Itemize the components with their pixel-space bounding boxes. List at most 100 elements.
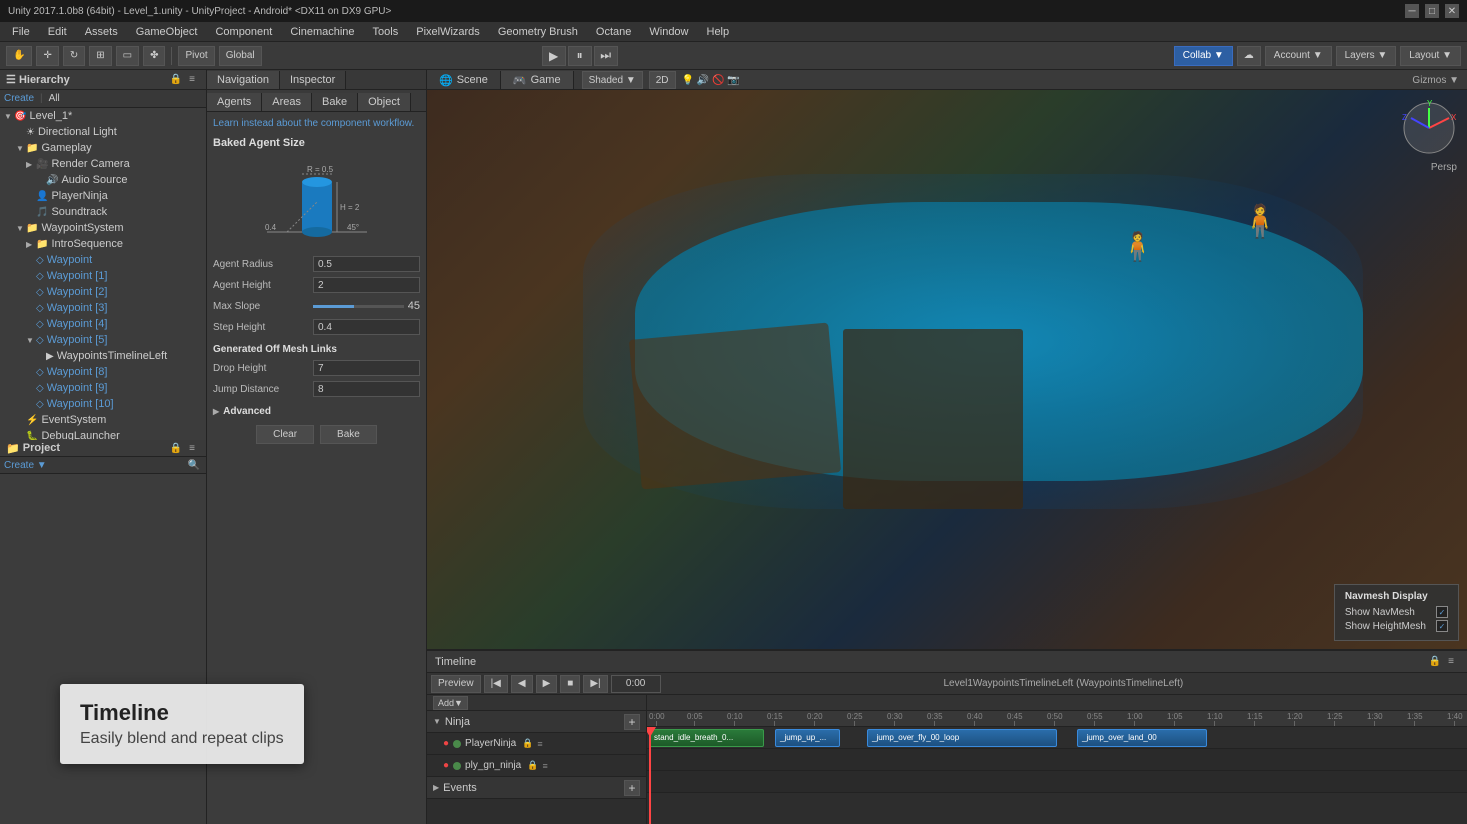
h-audio-source[interactable]: 🔊Audio Source bbox=[0, 172, 206, 188]
max-slope-slider[interactable] bbox=[313, 305, 404, 308]
menu-file[interactable]: File bbox=[4, 24, 38, 40]
tab-game[interactable]: 🎮 Game bbox=[501, 71, 574, 89]
h-waypoint-4[interactable]: ◇Waypoint [4] bbox=[0, 316, 206, 332]
h-waypoint-0[interactable]: ◇Waypoint bbox=[0, 252, 206, 268]
ninja-add-btn[interactable]: + bbox=[624, 714, 640, 730]
tab-navigation[interactable]: Navigation bbox=[207, 71, 280, 89]
layers-button[interactable]: Layers ▼ bbox=[1336, 46, 1397, 66]
h-soundtrack[interactable]: 🎵Soundtrack bbox=[0, 204, 206, 220]
h-gameplay[interactable]: ▼📁Gameplay bbox=[0, 140, 206, 156]
timeline-lock-icon[interactable]: 🔒 bbox=[1427, 654, 1443, 670]
cloud-button[interactable]: ☁ bbox=[1237, 46, 1261, 66]
h-playerninja[interactable]: 👤PlayerNinja bbox=[0, 188, 206, 204]
menu-geometry[interactable]: Geometry Brush bbox=[490, 24, 586, 40]
tl-time-input[interactable] bbox=[611, 675, 661, 693]
tl-next[interactable]: ▶| bbox=[583, 675, 607, 693]
heightmesh-checkbox[interactable] bbox=[1436, 620, 1448, 632]
agent-radius-input[interactable] bbox=[313, 256, 420, 272]
clip-jump-fly-loop[interactable]: _jump_over_fly_00_loop bbox=[867, 729, 1057, 747]
tab-object[interactable]: Object bbox=[358, 93, 411, 111]
clip-stand-idle[interactable]: stand_idle_breath_0... bbox=[649, 729, 764, 747]
project-lock-icon[interactable]: 🔒 bbox=[168, 440, 184, 456]
project-menu-icon[interactable]: ≡ bbox=[184, 440, 200, 456]
menu-assets[interactable]: Assets bbox=[77, 24, 126, 40]
menu-pixelwizards[interactable]: PixelWizards bbox=[408, 24, 488, 40]
project-search-icon[interactable]: 🔍 bbox=[186, 457, 202, 473]
h-intro-seq[interactable]: ▶📁IntroSequence bbox=[0, 236, 206, 252]
h-waypoint-8[interactable]: ◇Waypoint [8] bbox=[0, 364, 206, 380]
menu-octane[interactable]: Octane bbox=[588, 24, 639, 40]
menu-gameobject[interactable]: GameObject bbox=[128, 24, 206, 40]
close-button[interactable]: ✕ bbox=[1445, 4, 1459, 18]
events-add-btn[interactable]: + bbox=[624, 780, 640, 796]
global-button[interactable]: Global bbox=[219, 46, 262, 66]
tab-scene[interactable]: 🌐 Scene bbox=[427, 71, 501, 89]
menu-edit[interactable]: Edit bbox=[40, 24, 75, 40]
tab-inspector[interactable]: Inspector bbox=[280, 71, 346, 89]
h-waypoint-system[interactable]: ▼📁WaypointSystem bbox=[0, 220, 206, 236]
collab-button[interactable]: Collab ▼ bbox=[1174, 46, 1233, 66]
rect-tool[interactable]: ▭ bbox=[116, 46, 139, 66]
clear-button[interactable]: Clear bbox=[256, 425, 314, 444]
clip-jump-up[interactable]: _jump_up_... bbox=[775, 729, 840, 747]
navmesh-title: Navmesh Display bbox=[1345, 591, 1448, 602]
h-eventsystem[interactable]: ⚡EventSystem bbox=[0, 412, 206, 428]
h-directional-light[interactable]: ☀Directional Light bbox=[0, 124, 206, 140]
learn-link[interactable]: Learn instead about the component workfl… bbox=[213, 118, 420, 129]
hierarchy-menu-icon[interactable]: ≡ bbox=[184, 72, 200, 88]
scale-tool[interactable]: ⊞ bbox=[89, 46, 111, 66]
clip-jump-land[interactable]: _jump_over_land_00 bbox=[1077, 729, 1207, 747]
h-waypoint-2[interactable]: ◇Waypoint [2] bbox=[0, 284, 206, 300]
all-label[interactable]: All bbox=[49, 93, 60, 104]
account-button[interactable]: Account ▼ bbox=[1265, 46, 1332, 66]
shaded-button[interactable]: Shaded ▼ bbox=[582, 71, 643, 89]
layout-button[interactable]: Layout ▼ bbox=[1400, 46, 1461, 66]
2d-button[interactable]: 2D bbox=[649, 71, 676, 89]
tl-play[interactable]: ▶ bbox=[536, 675, 558, 693]
tab-agents[interactable]: Agents bbox=[207, 93, 262, 111]
h-waypoint-3[interactable]: ◇Waypoint [3] bbox=[0, 300, 206, 316]
move-tool[interactable]: ✛ bbox=[36, 46, 58, 66]
hand-tool[interactable]: ✋ bbox=[6, 46, 32, 66]
tab-bake[interactable]: Bake bbox=[312, 93, 358, 111]
menu-window[interactable]: Window bbox=[641, 24, 696, 40]
pause-button[interactable]: ⏸ bbox=[568, 46, 592, 66]
bake-button[interactable]: Bake bbox=[320, 425, 377, 444]
step-button[interactable]: ⏭ bbox=[594, 46, 618, 66]
project-create-btn[interactable]: Create ▼ bbox=[4, 460, 47, 471]
add-button[interactable]: Add▼ bbox=[433, 696, 468, 710]
play-button[interactable]: ▶ bbox=[542, 46, 566, 66]
scene-view[interactable]: 🧍 🧍 X Y Z Persp bbox=[427, 90, 1467, 649]
step-height-input[interactable] bbox=[313, 319, 420, 335]
tab-areas[interactable]: Areas bbox=[262, 93, 312, 111]
rotate-tool[interactable]: ↻ bbox=[63, 46, 85, 66]
h-waypoint-5[interactable]: ▼◇Waypoint [5] bbox=[0, 332, 206, 348]
minimize-button[interactable]: ─ bbox=[1405, 4, 1419, 18]
h-level1[interactable]: ▼🎯Level_1* bbox=[0, 108, 206, 124]
agent-height-input[interactable] bbox=[313, 277, 420, 293]
jump-distance-input[interactable] bbox=[313, 381, 420, 397]
pivot-button[interactable]: Pivot bbox=[178, 46, 214, 66]
preview-button[interactable]: Preview bbox=[431, 675, 481, 693]
drop-height-input[interactable] bbox=[313, 360, 420, 376]
navmesh-checkbox[interactable] bbox=[1436, 606, 1448, 618]
hierarchy-lock-icon[interactable]: 🔒 bbox=[168, 72, 184, 88]
h-waypoints-timeline-left[interactable]: ▶WaypointsTimelineLeft bbox=[0, 348, 206, 364]
tl-prev[interactable]: ◀ bbox=[511, 675, 533, 693]
playhead[interactable] bbox=[649, 727, 651, 824]
tl-to-start[interactable]: |◀ bbox=[484, 675, 508, 693]
scene-gizmo[interactable]: X Y Z bbox=[1399, 98, 1459, 158]
menu-tools[interactable]: Tools bbox=[365, 24, 407, 40]
menu-component[interactable]: Component bbox=[207, 24, 280, 40]
timeline-menu-icon[interactable]: ≡ bbox=[1443, 654, 1459, 670]
tl-stop[interactable]: ■ bbox=[560, 675, 580, 693]
h-waypoint-9[interactable]: ◇Waypoint [9] bbox=[0, 380, 206, 396]
combined-tool[interactable]: ✤ bbox=[143, 46, 165, 66]
h-waypoint-10[interactable]: ◇Waypoint [10] bbox=[0, 396, 206, 412]
maximize-button[interactable]: □ bbox=[1425, 4, 1439, 18]
create-label[interactable]: Create bbox=[4, 93, 34, 104]
h-waypoint-1[interactable]: ◇Waypoint [1] bbox=[0, 268, 206, 284]
menu-cinemachine[interactable]: Cinemachine bbox=[282, 24, 362, 40]
h-render-camera[interactable]: ▶🎥Render Camera bbox=[0, 156, 206, 172]
menu-help[interactable]: Help bbox=[699, 24, 738, 40]
